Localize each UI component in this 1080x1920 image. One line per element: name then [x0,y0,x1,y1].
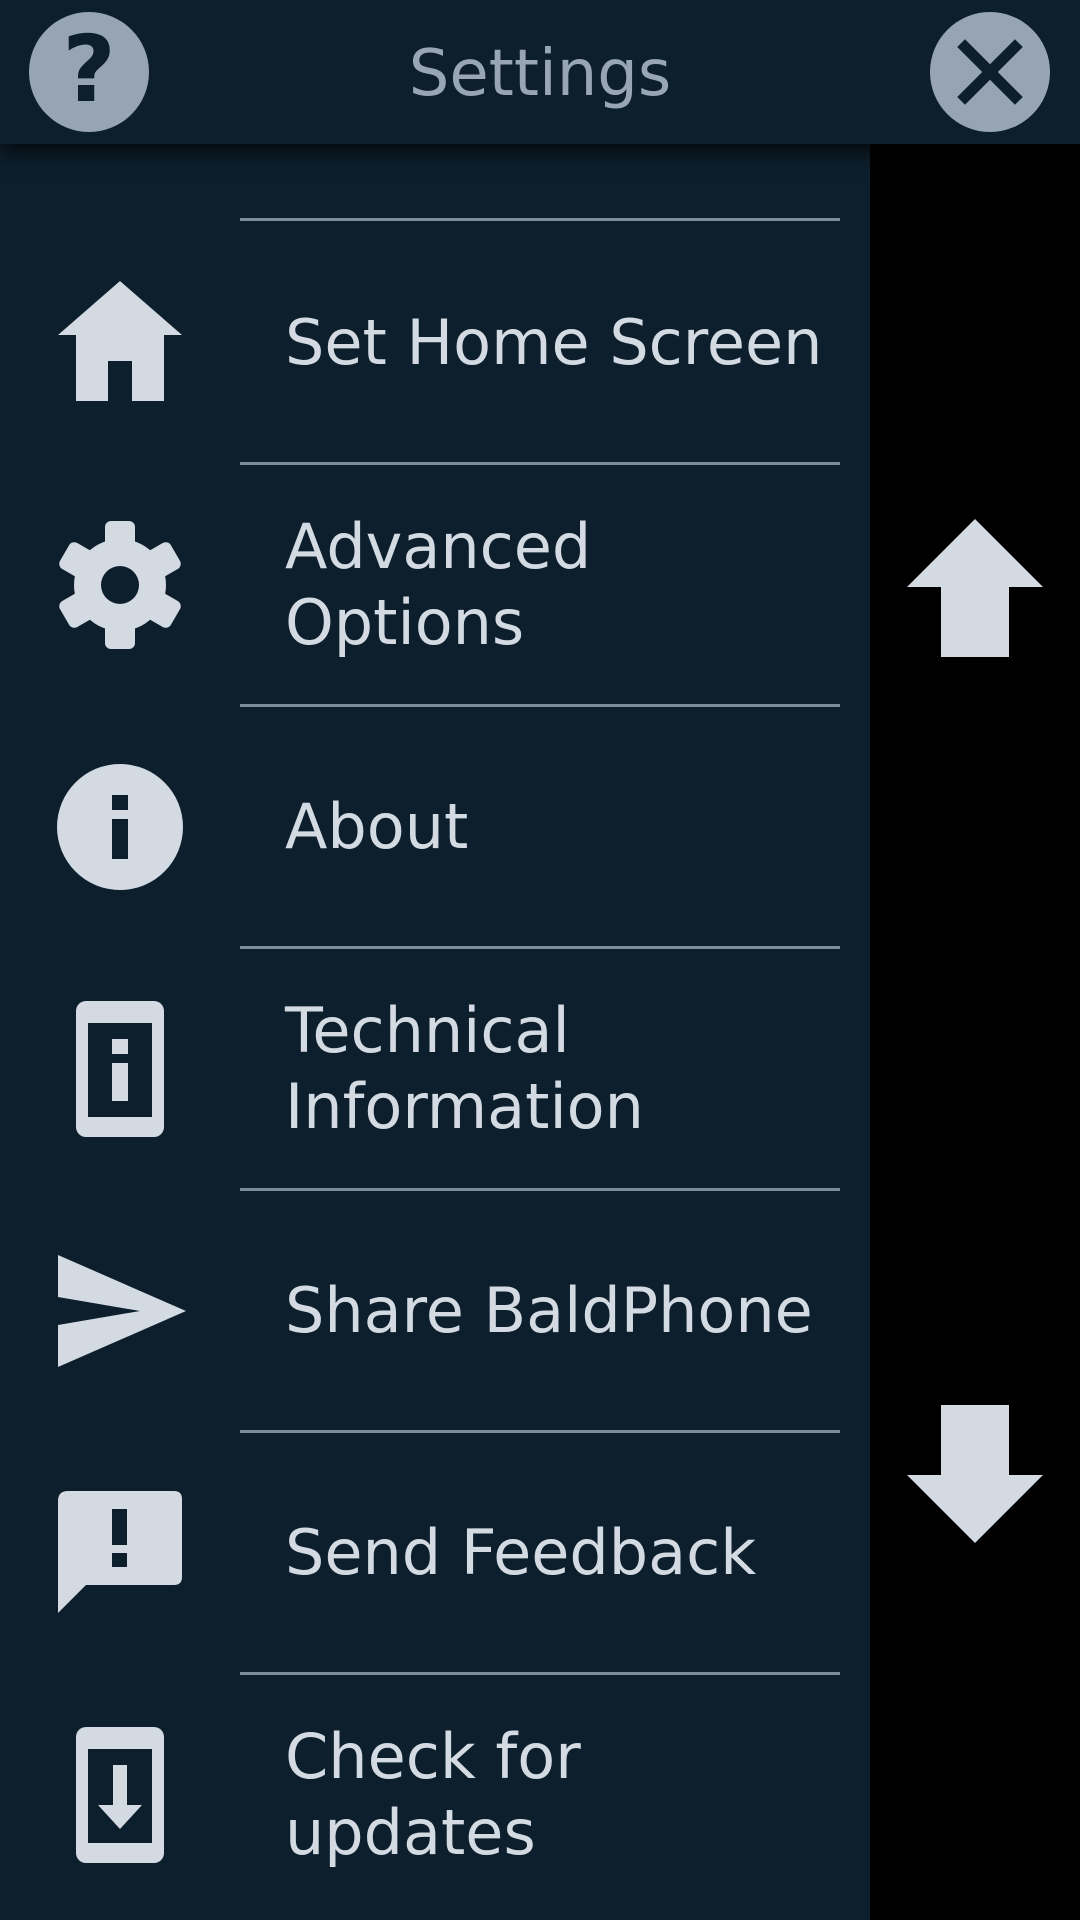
scroll-down-button[interactable] [905,1405,1045,1545]
menu-item-label: Send Feedback [285,1516,757,1589]
menu-item-technical-information[interactable]: Technical Information [0,950,870,1188]
device-info-icon [50,999,190,1139]
menu-item-set-home-screen[interactable]: Set Home Screen [0,224,870,462]
menu-item-label: Share BaldPhone [285,1274,813,1347]
divider [240,946,840,949]
menu-item-label: Advanced Options [285,510,592,659]
top-bar: ? Settings [0,0,1080,144]
close-icon [957,39,1023,105]
divider [240,1430,840,1433]
info-icon [50,757,190,897]
menu-item-label: Set Home Screen [285,306,823,379]
download-update-icon [50,1725,190,1865]
divider [240,462,840,465]
menu-item-share-baldphone[interactable]: Share BaldPhone [0,1192,870,1430]
send-icon [50,1241,190,1381]
settings-menu-list: Set Home Screen Advanced Options About T… [0,144,870,1920]
arrow-down-icon [907,1405,1043,1543]
close-button[interactable] [930,12,1050,132]
menu-item-about[interactable]: About [0,708,870,946]
menu-item-label: Technical Information [285,994,644,1143]
menu-item-check-for-updates[interactable]: Check for updates [0,1676,870,1914]
scroll-up-button[interactable] [905,517,1045,657]
menu-item-send-feedback[interactable]: Send Feedback [0,1434,870,1672]
divider [240,1672,840,1675]
divider [240,704,840,707]
menu-item-label: Check for updates [285,1720,581,1869]
page-title: Settings [408,37,672,111]
gear-icon [50,515,190,655]
home-icon [50,273,190,413]
divider [240,1188,840,1191]
arrow-up-icon [907,519,1043,657]
menu-item-label: About [285,790,469,863]
menu-item-advanced-options[interactable]: Advanced Options [0,466,870,704]
feedback-icon [50,1483,190,1623]
divider [240,218,840,221]
